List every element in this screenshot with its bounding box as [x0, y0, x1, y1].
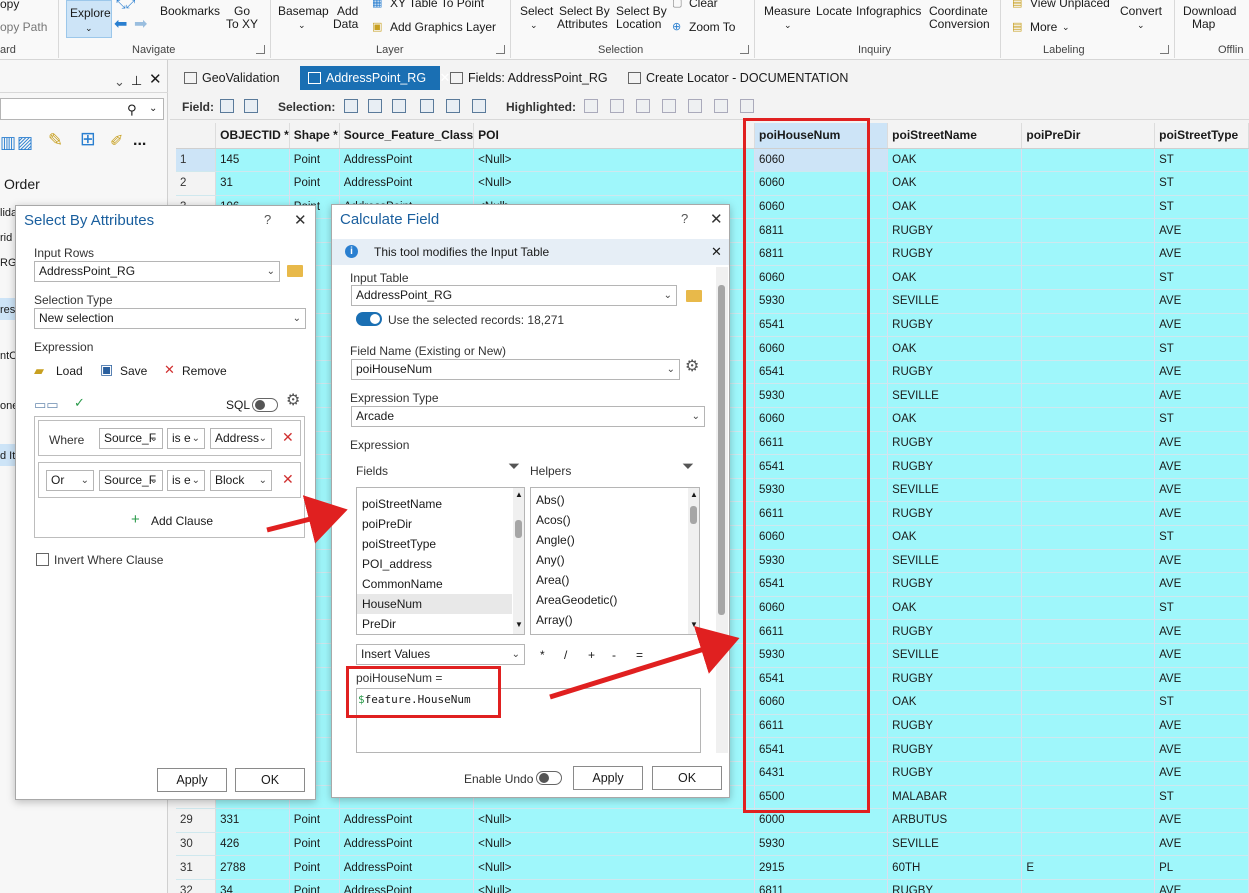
annotation-arrows	[266, 495, 740, 700]
annotation-arrow	[549, 626, 740, 700]
annotation-arrow	[266, 495, 348, 544]
